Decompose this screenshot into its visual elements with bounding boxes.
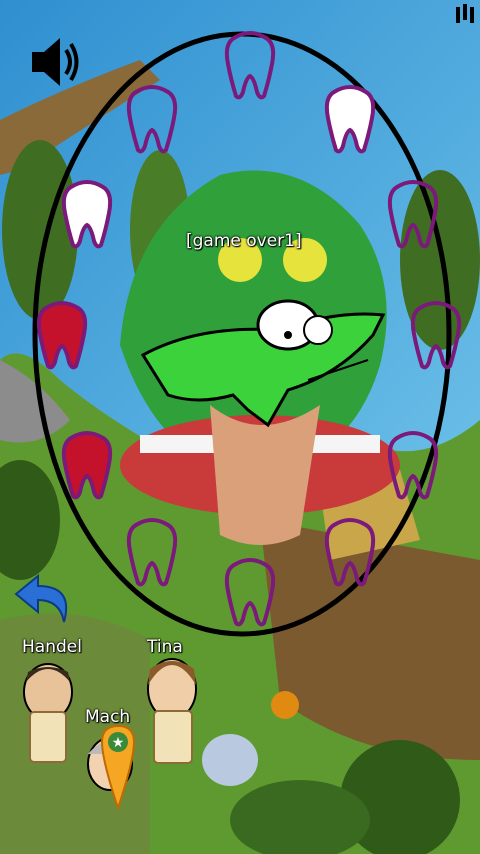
map-pin-star-icon: ★: [100, 724, 136, 810]
tooth-5[interactable]: [385, 179, 441, 249]
tooth-7[interactable]: [408, 300, 464, 370]
tooth-icon: [387, 180, 439, 249]
tooth-2[interactable]: [124, 84, 180, 154]
svg-text:★: ★: [112, 735, 125, 751]
tooth-icon: [61, 180, 113, 249]
back-arrow-icon[interactable]: [12, 570, 76, 628]
tooth-icon: [324, 518, 376, 587]
player-name-handel: Handel: [22, 637, 82, 657]
speaker-icon[interactable]: [28, 32, 80, 92]
game-status-text: [game over1]: [186, 231, 302, 251]
tooth-1[interactable]: [222, 30, 278, 100]
tooth-11[interactable]: [322, 517, 378, 587]
tooth-3[interactable]: [322, 84, 378, 154]
player-name-tina: Tina: [147, 637, 183, 657]
tooth-icon: [224, 558, 276, 627]
player-avatar-tina[interactable]: [146, 655, 206, 770]
tooth-10[interactable]: [124, 517, 180, 587]
tooth-icon: [126, 518, 178, 587]
tooth-icon: [61, 431, 113, 500]
tooth-icon: [410, 301, 462, 370]
tooth-icon: [126, 85, 178, 154]
tooth-6[interactable]: [34, 300, 90, 370]
tooth-icon: [324, 85, 376, 154]
tooth-9[interactable]: [385, 430, 441, 500]
tooth-icon: [224, 31, 276, 100]
game-screen: [game over1] Handel Tina Mach ★: [0, 0, 480, 854]
tooth-12[interactable]: [222, 557, 278, 627]
tooth-icon: [387, 431, 439, 500]
player-avatar-handel[interactable]: [20, 662, 80, 772]
tooth-icon: [36, 301, 88, 370]
tooth-4[interactable]: [59, 179, 115, 249]
tooth-8[interactable]: [59, 430, 115, 500]
menu-dots-icon[interactable]: [452, 2, 478, 26]
